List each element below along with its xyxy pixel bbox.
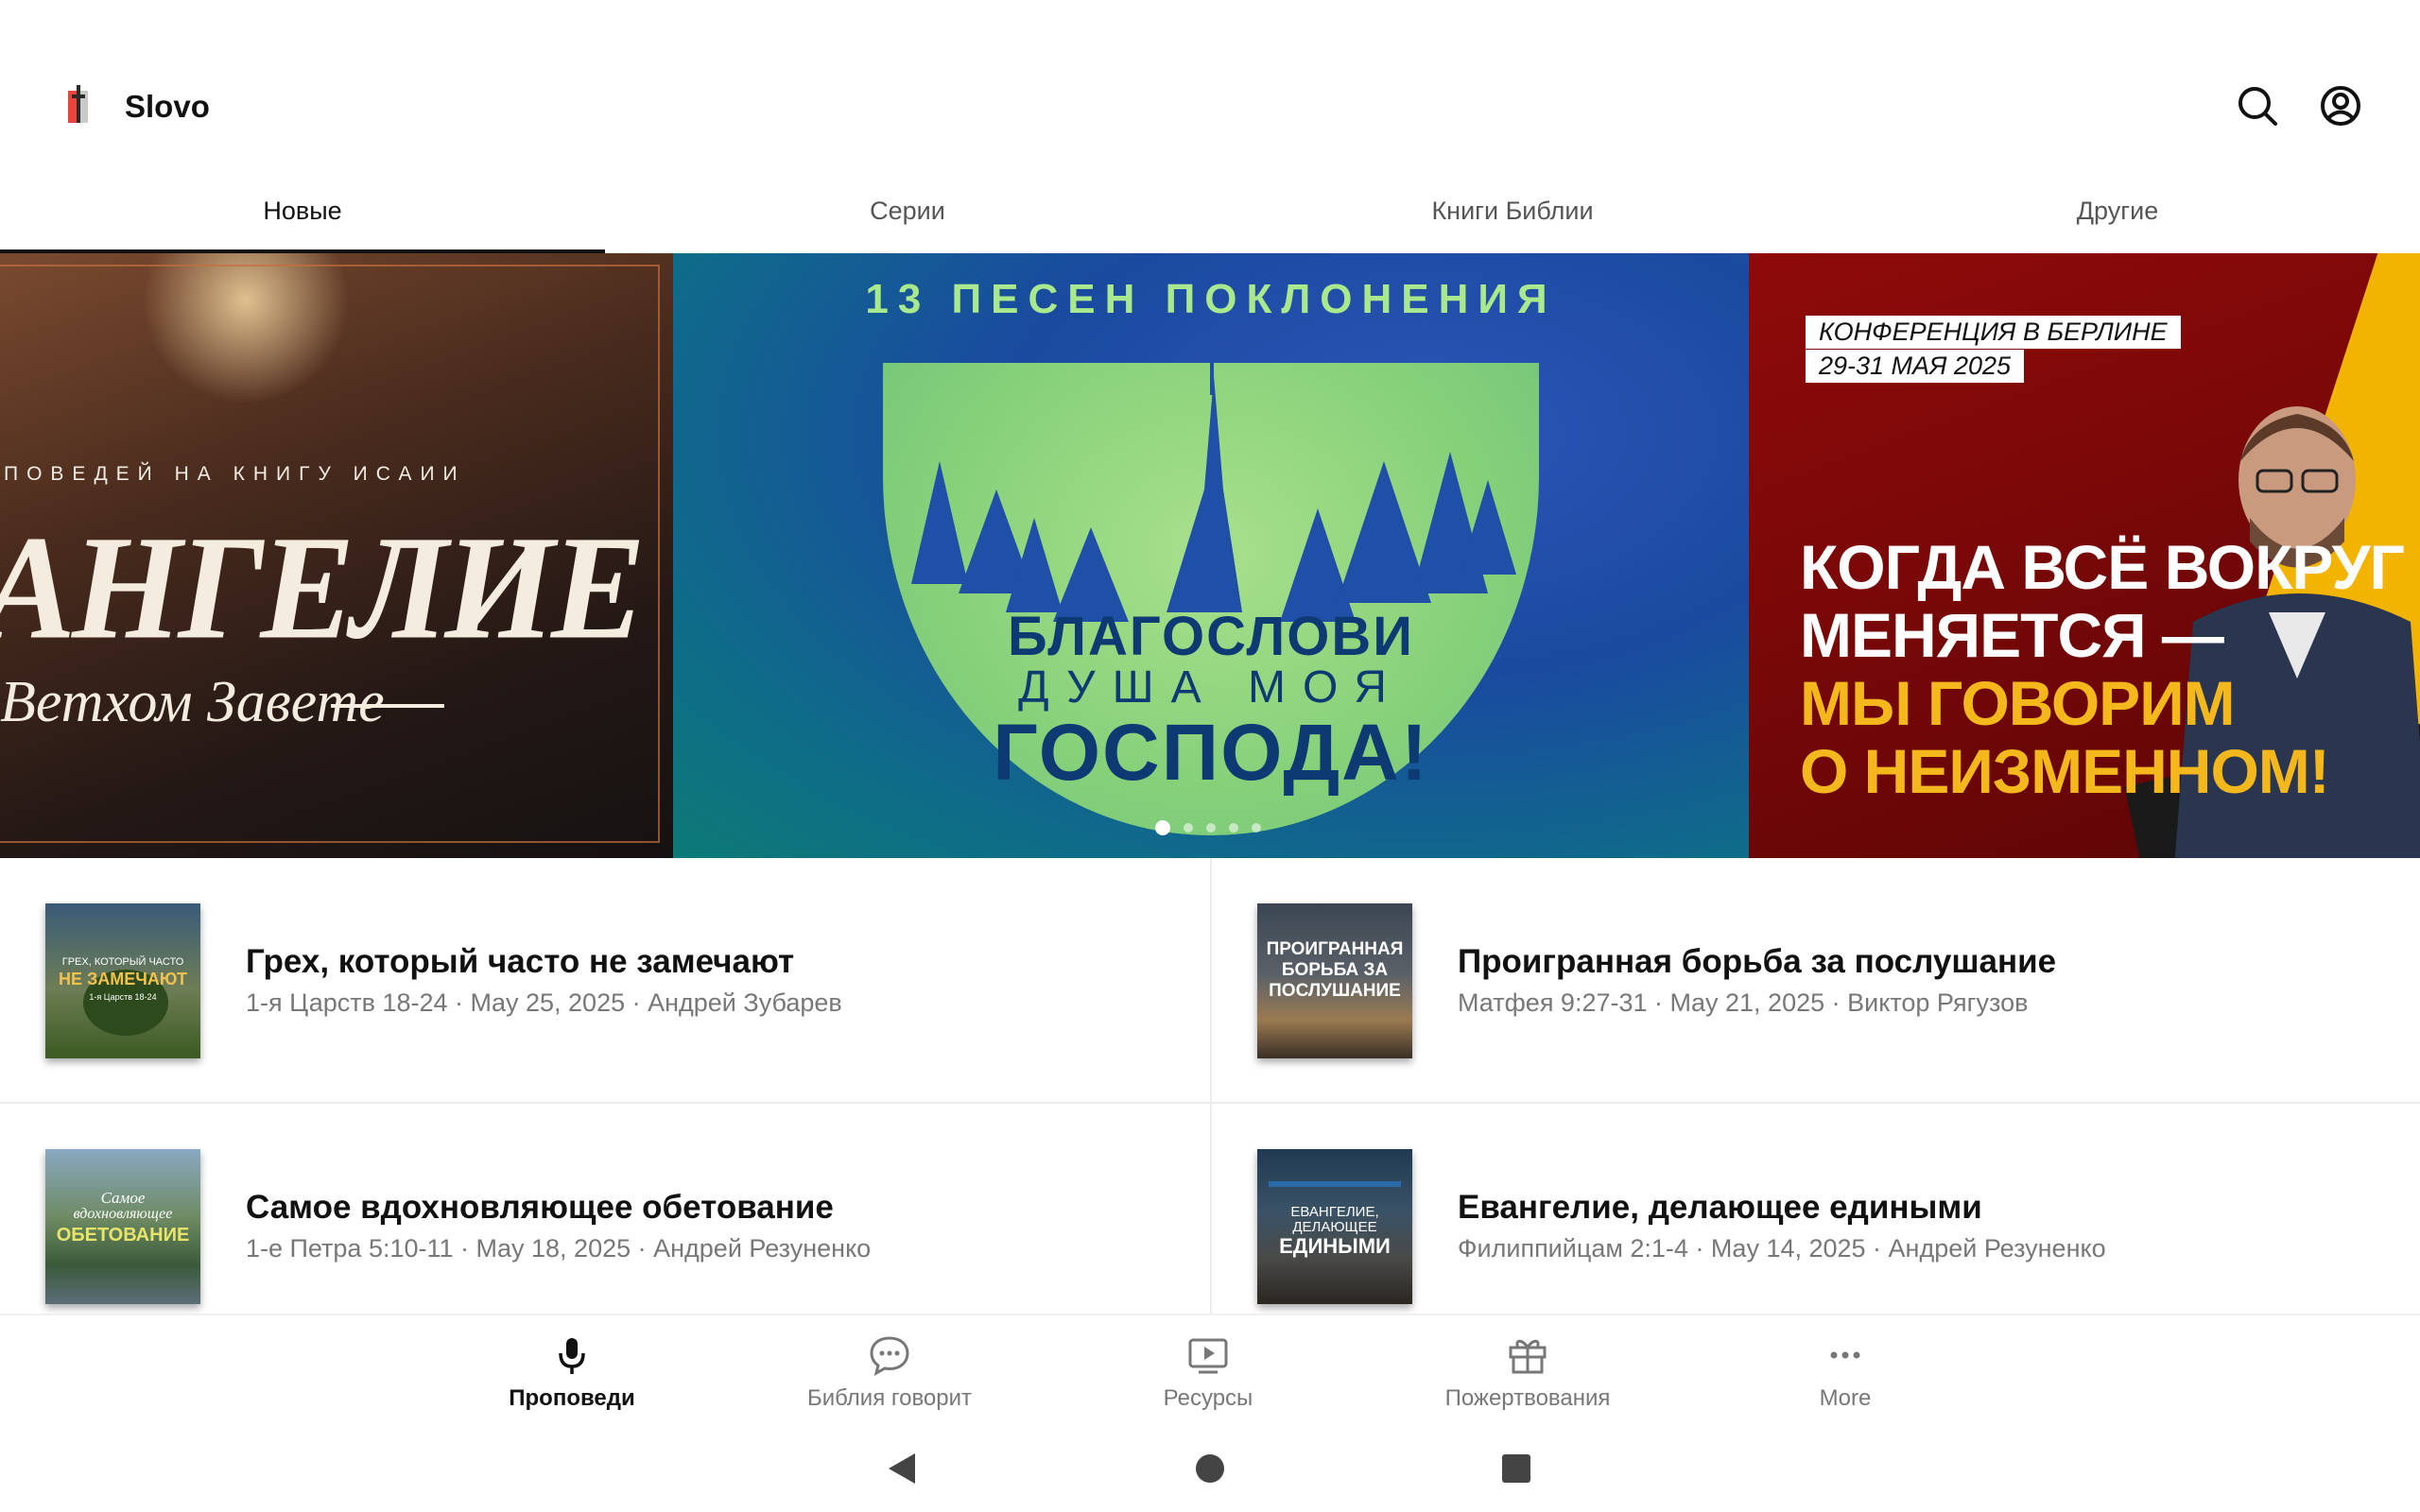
- sermon-title: Евангелие, делающее едиными: [1458, 1189, 1982, 1226]
- sermon-thumbnail: ЕВАНГЕЛИЕ, ДЕЛАЮЩЕЕ ЕДИНЫМИ: [1257, 1149, 1412, 1304]
- sermon-title: Грех, который часто не замечают: [246, 943, 795, 980]
- slide-headline-yellow: МЫ ГОВОРИМ О НЕИЗМЕННОМ!: [1800, 668, 2330, 806]
- nav-resources[interactable]: Ресурсы: [1085, 1332, 1331, 1412]
- tab-bible-books[interactable]: Книги Библии: [1210, 180, 1815, 253]
- recents-square-icon[interactable]: [1497, 1450, 1535, 1487]
- search-icon: [2238, 87, 2277, 126]
- thumbnail-text: БОРЬБА ЗА: [1281, 960, 1389, 980]
- slide-line-2: ДУША МОЯ: [1018, 662, 1404, 713]
- chat-bubble-icon: [870, 1336, 909, 1376]
- tab-other[interactable]: Другие: [1815, 180, 2420, 253]
- tab-series[interactable]: Серии: [605, 180, 1210, 253]
- slide-line-1: БЛАГОСЛОВИ: [1008, 606, 1414, 667]
- sermon-thumbnail: Самое вдохновляющее ОБЕТОВАНИЕ: [45, 1149, 200, 1304]
- sermon-title: Проигранная борьба за послушание: [1458, 943, 2057, 980]
- tab-label: Другие: [2076, 197, 2159, 225]
- thumbnail-text: ПРОИГРАННАЯ: [1266, 939, 1404, 959]
- sermon-list-item[interactable]: Самое вдохновляющее ОБЕТОВАНИЕ Самое вдо…: [0, 1104, 1210, 1314]
- sermon-list: ГРЕХ, КОТОРЫЙ ЧАСТО НЕ ЗАМЕЧАЮТ 1-я Царс…: [0, 858, 2420, 1314]
- thumbnail-text: ПОСЛУШАНИЕ: [1269, 981, 1401, 1001]
- sermon-list-item[interactable]: ЕВАНГЕЛИЕ, ДЕЛАЮЩЕЕ ЕДИНЫМИ Евангелие, д…: [1212, 1104, 2420, 1314]
- tab-label: Серии: [870, 197, 945, 225]
- tab-new[interactable]: Новые: [0, 180, 605, 253]
- carousel-dot[interactable]: [1184, 823, 1193, 833]
- carousel-slide-worship[interactable]: 13 ПЕСЕН ПОКЛОНЕНИЯ БЛАГОСЛОВИ ДУША МОЯ …: [673, 253, 1749, 858]
- sermon-meta: Матфея 9:27-31 · May 21, 2025 · Виктор Р…: [1458, 988, 2029, 1017]
- slide-line-3: ГОСПОДА!: [993, 708, 1429, 797]
- slide-kicker: ПОВЕДЕЙ НА КНИГУ ИСАИИ: [4, 463, 466, 485]
- nav-sermons[interactable]: Проповеди: [449, 1332, 695, 1412]
- carousel-dot[interactable]: [1229, 823, 1238, 833]
- sermon-meta: Филиппийцам 2:1-4 · May 14, 2025 · Андре…: [1458, 1234, 2106, 1263]
- slide-headline-white: КОГДА ВСЁ ВОКРУГ МЕНЯЕТСЯ —: [1800, 532, 2405, 670]
- thumbnail-text: ЕДИНЫМИ: [1279, 1234, 1391, 1258]
- carousel-pagination[interactable]: [1155, 820, 1261, 835]
- featured-carousel[interactable]: ПОВЕДЕЙ НА КНИГУ ИСАИИ АНГЕЛИЕ Ветхом За…: [0, 253, 2420, 858]
- headline-line: МЕНЯЕТСЯ —: [1800, 600, 2224, 670]
- thumbnail-text: Самое: [100, 1189, 146, 1207]
- carousel-dot[interactable]: [1206, 823, 1216, 833]
- thumbnail-text: ГРЕХ, КОТОРЫЙ ЧАСТО: [61, 956, 184, 968]
- tab-label: Новые: [263, 197, 342, 225]
- nav-label: More: [1819, 1385, 1872, 1411]
- carousel-dot[interactable]: [1252, 823, 1261, 833]
- thumbnail-text: НЕ ЗАМЕЧАЮТ: [58, 970, 188, 988]
- headline-line: МЫ ГОВОРИМ: [1800, 668, 2236, 738]
- nav-bible-speaks[interactable]: Библия говорит: [767, 1332, 1012, 1412]
- sermon-thumbnail: ГРЕХ, КОТОРЫЙ ЧАСТО НЕ ЗАМЕЧАЮТ 1-я Царс…: [45, 903, 200, 1058]
- bottom-navigation: Проповеди Библия говорит Ресурсы Пожертв…: [0, 1314, 2420, 1425]
- nav-more[interactable]: More: [1722, 1332, 1968, 1412]
- thumbnail-text: ЕВАНГЕЛИЕ,: [1290, 1204, 1379, 1220]
- system-navigation-bar: [0, 1425, 2420, 1512]
- sermon-meta: 1-е Петра 5:10-11 · May 18, 2025 · Андре…: [246, 1234, 872, 1263]
- slide-subtitle: Ветхом Завете: [0, 670, 385, 734]
- microphone-icon: [559, 1338, 585, 1374]
- nav-label: Библия говорит: [806, 1385, 973, 1411]
- thumbnail-text: вдохновляющее: [73, 1206, 173, 1222]
- search-button[interactable]: [2231, 79, 2284, 132]
- account-circle-icon: [2321, 86, 2360, 126]
- sermon-thumbnail: ПРОИГРАННАЯ БОРЬБА ЗА ПОСЛУШАНИЕ: [1257, 903, 1412, 1058]
- app-title: Slovo: [125, 89, 210, 124]
- top-tabs: Новые Серии Книги Библии Другие: [0, 180, 2420, 253]
- slovo-logo-icon: [64, 85, 93, 125]
- slide-line-decoration: [331, 704, 444, 708]
- forest-church-icon: [911, 338, 1516, 622]
- nav-donations[interactable]: Пожертвования: [1405, 1332, 1651, 1412]
- headline-line: КОГДА ВСЁ ВОКРУГ: [1800, 532, 2405, 602]
- nav-label: Ресурсы: [1163, 1385, 1253, 1411]
- sermon-title: Самое вдохновляющее обетование: [246, 1189, 834, 1226]
- thumbnail-text: ОБЕТОВАНИЕ: [56, 1225, 190, 1246]
- conference-tag: КОНФЕРЕНЦИЯ В БЕРЛИНЕ: [1806, 316, 2181, 349]
- gift-icon: [1509, 1339, 1547, 1374]
- carousel-slide-isaiah[interactable]: ПОВЕДЕЙ НА КНИГУ ИСАИИ АНГЕЛИЕ Ветхом За…: [0, 253, 673, 858]
- back-triangle-icon[interactable]: [884, 1450, 922, 1487]
- more-dots-icon: [1830, 1351, 1860, 1359]
- sermon-list-item[interactable]: ПРОИГРАННАЯ БОРЬБА ЗА ПОСЛУШАНИЕ Проигра…: [1212, 858, 2420, 1102]
- home-circle-icon[interactable]: [1191, 1450, 1229, 1487]
- account-button[interactable]: [2314, 79, 2367, 132]
- tv-play-icon: [1188, 1338, 1228, 1374]
- nav-label: Пожертвования: [1444, 1385, 1611, 1411]
- app-header: Slovo: [0, 0, 2420, 170]
- nav-label: Проповеди: [509, 1385, 635, 1411]
- thumbnail-text: 1-я Царств 18-24: [89, 992, 157, 1002]
- tab-label: Книги Библии: [1431, 197, 1594, 225]
- headline-line: О НЕИЗМЕННОМ!: [1800, 736, 2330, 806]
- sermon-meta: 1-я Царств 18-24 · May 25, 2025 · Андрей…: [246, 988, 842, 1017]
- conference-date-tag: 29-31 МАЯ 2025: [1806, 350, 2025, 383]
- thumbnail-text: ДЕЛАЮЩЕЕ: [1292, 1219, 1377, 1235]
- carousel-dot[interactable]: [1155, 820, 1170, 835]
- carousel-slide-conference[interactable]: КОНФЕРЕНЦИЯ В БЕРЛИНЕ 29-31 МАЯ 2025 КОГ…: [1749, 253, 2420, 858]
- slide-title: АНГЕЛИЕ: [0, 505, 646, 671]
- slide-kicker: 13 ПЕСЕН ПОКЛОНЕНИЯ: [865, 276, 1557, 322]
- sermon-list-item[interactable]: ГРЕХ, КОТОРЫЙ ЧАСТО НЕ ЗАМЕЧАЮТ 1-я Царс…: [0, 858, 1210, 1102]
